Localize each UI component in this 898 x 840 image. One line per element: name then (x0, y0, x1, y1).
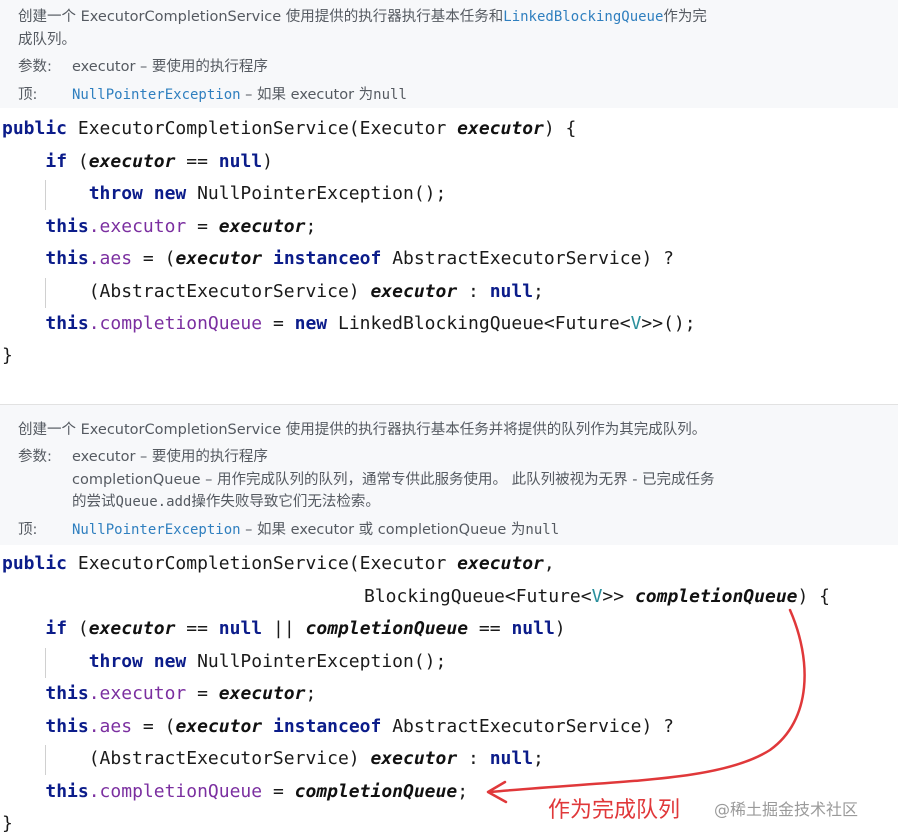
code2-line-2: BlockingQueue<Future<V>> completionQueue… (364, 586, 831, 607)
code2-line-9: } (2, 813, 13, 834)
code2-line-7: (AbstractExecutorService) executor : nul… (88, 748, 544, 769)
code2-line-4: throw new NullPointerException(); (88, 651, 447, 672)
annotation-label: 作为完成队列 (548, 798, 681, 823)
code2-line-6: this.aes = (executor instanceof Abstract… (45, 716, 674, 737)
code2-line-3: if (executor == null || completionQueue … (45, 618, 566, 639)
code2-line-8: this.completionQueue = completionQueue; (45, 781, 469, 802)
code2-line-1: public ExecutorCompletionService(Executo… (2, 553, 555, 574)
code-block-2: public ExecutorCompletionService(Executo… (0, 0, 898, 840)
watermark: @稀土掘金技术社区 (714, 800, 859, 819)
code2-line-5: this.executor = executor; (45, 683, 317, 704)
